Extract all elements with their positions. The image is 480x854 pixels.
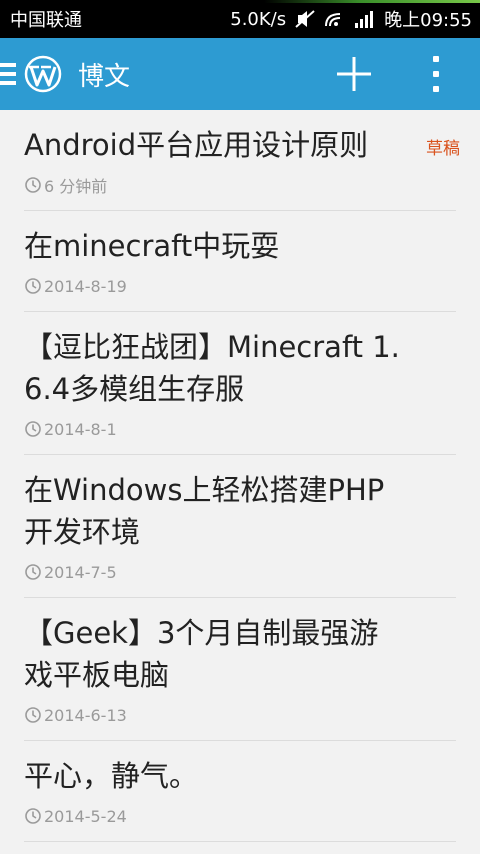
clock-icon (25, 421, 41, 437)
post-date: 6 分钟前 (44, 177, 108, 196)
post-meta: 6 分钟前 (24, 166, 456, 210)
post-title: Android平台应用设计原则 (24, 128, 369, 162)
post-title: 在Windows上轻松搭建PHP开发环境 (24, 473, 385, 549)
post-list: Android平台应用设计原则 6 分钟前 草稿 在minecraft中玩耍 2… (0, 110, 480, 842)
post-title: 【Geek】3个月自制最强游戏平板电脑 (24, 616, 379, 692)
post-title: 【逗比狂战团】Minecraft 1.6.4多模组生存服 (24, 330, 400, 406)
post-date: 2014-7-5 (44, 562, 117, 582)
carrier-label: 中国联通 (10, 10, 82, 31)
wifi-icon (324, 10, 346, 28)
clock-icon (25, 808, 41, 824)
page-title: 博文 (78, 61, 131, 92)
post-meta: 2014-7-5 (24, 553, 456, 597)
clock-icon (25, 177, 41, 193)
post-date: 2014-8-1 (44, 419, 117, 439)
draft-badge: 草稿 (426, 139, 460, 159)
signal-icon (354, 10, 376, 28)
post-date: 2014-8-19 (44, 276, 127, 296)
wordpress-logo-icon[interactable] (24, 55, 62, 93)
post-date: 2014-6-13 (44, 705, 127, 725)
mute-icon (294, 9, 316, 29)
post-date: 2014-5-24 (44, 806, 127, 826)
post-title: 在minecraft中玩耍 (24, 229, 280, 263)
list-item[interactable]: 【逗比狂战团】Minecraft 1.6.4多模组生存服 2014-8-1 (24, 312, 456, 455)
post-meta: 2014-8-19 (24, 267, 456, 311)
list-item[interactable]: 【Geek】3个月自制最强游戏平板电脑 2014-6-13 (24, 598, 456, 741)
app-bar: 博文 (0, 38, 480, 110)
add-icon[interactable] (334, 54, 374, 94)
post-meta: 2014-6-13 (24, 696, 456, 740)
post-meta: 2014-8-1 (24, 410, 456, 454)
menu-icon[interactable] (0, 63, 16, 85)
overflow-menu-icon[interactable] (426, 56, 446, 92)
status-bar: 中国联通 5.0K/s 晚上09:55 (0, 0, 480, 38)
status-progress-strip (0, 0, 480, 3)
list-item[interactable]: Android平台应用设计原则 6 分钟前 草稿 (24, 110, 460, 211)
clock-icon (25, 707, 41, 723)
list-item[interactable]: 在Windows上轻松搭建PHP开发环境 2014-7-5 (24, 455, 456, 598)
clock-icon (25, 278, 41, 294)
post-meta: 2014-5-24 (24, 797, 456, 841)
network-speed: 5.0K/s (230, 8, 287, 30)
list-item[interactable]: 平心，静气。 2014-5-24 (24, 741, 456, 842)
post-title: 平心，静气。 (24, 759, 199, 793)
clock-icon (25, 564, 41, 580)
clock-time: 晚上09:55 (384, 10, 472, 31)
list-item[interactable]: 在minecraft中玩耍 2014-8-19 (24, 211, 456, 312)
